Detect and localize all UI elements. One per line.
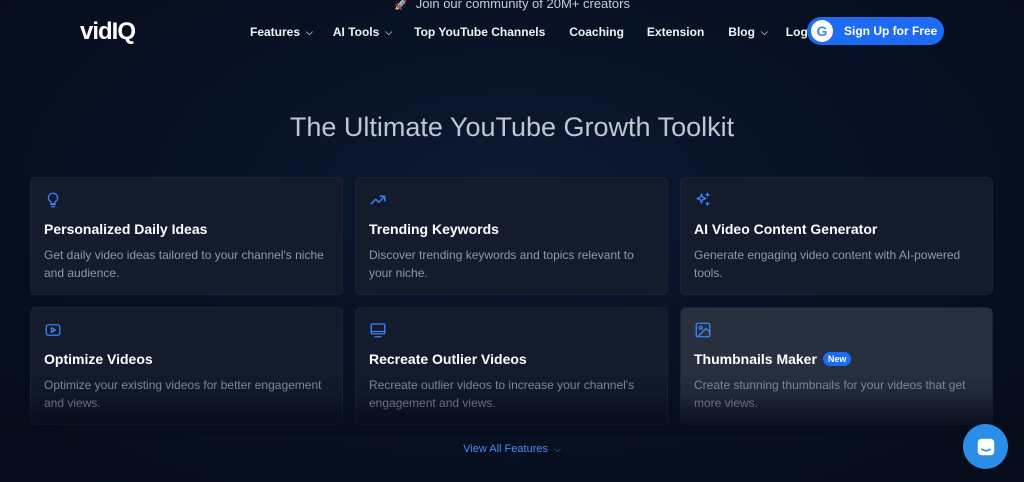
card-description: Generate engaging video content with AI-… <box>694 248 961 280</box>
chat-icon <box>977 438 994 455</box>
main-nav: Features ⌵ AI Tools ⌵ Top YouTube Channels… <box>250 14 818 50</box>
announcement-bar[interactable]: 🚀 Join our community of 20M+ creators <box>0 0 1024 11</box>
signup-label: Sign Up for Free <box>844 24 938 38</box>
nav-extension[interactable]: Extension <box>647 25 704 39</box>
view-all-label: View All Features <box>463 443 548 455</box>
nav-coaching-label: Coaching <box>569 25 624 39</box>
card-title: Thumbnails Maker <box>694 351 817 367</box>
chevron-down-icon: ⌵ <box>385 26 393 37</box>
chevron-down-icon: ⌵ <box>760 26 768 37</box>
features-grid: Personalized Daily Ideas Get daily video… <box>30 177 993 425</box>
chevron-down-icon: ⌵ <box>553 444 561 454</box>
card-title: Recreate Outlier Videos <box>369 351 527 367</box>
page-heading: The Ultimate YouTube Growth Toolkit <box>289 112 735 142</box>
card-title: Personalized Daily Ideas <box>44 221 208 237</box>
nav-blog[interactable]: Blog ⌵ <box>728 25 768 39</box>
image-icon <box>695 322 711 338</box>
card-title-with-badge: Thumbnails Maker New <box>694 351 979 367</box>
new-badge: New <box>822 352 852 366</box>
bottom-fade <box>0 395 1024 435</box>
nav-ai-tools-label: AI Tools <box>332 25 380 39</box>
nav-features[interactable]: Features ⌵ <box>250 25 313 39</box>
nav-coaching[interactable]: Coaching <box>569 25 624 39</box>
card-description: Get daily video ideas tailored to your c… <box>44 248 324 280</box>
feature-card-personalized-daily-ideas[interactable]: Personalized Daily Ideas Get daily video… <box>30 177 343 295</box>
card-description: Discover trending keywords and topics re… <box>369 248 634 280</box>
nav-top-channels-label: Top YouTube Channels <box>414 25 546 39</box>
signup-button[interactable]: G Sign Up for Free <box>807 17 944 45</box>
card-title: Trending Keywords <box>369 221 499 237</box>
nav-blog-label: Blog <box>728 25 755 39</box>
top-navbar: vidIQ Features ⌵ AI Tools ⌵ Top YouTube Ch… <box>0 14 1024 50</box>
nav-ai-tools[interactable]: AI Tools ⌵ <box>333 25 392 39</box>
feature-card-trending-keywords[interactable]: Trending Keywords Discover trending keyw… <box>355 177 668 295</box>
card-title: AI Video Content Generator <box>694 221 878 237</box>
vidiq-logo[interactable]: vidIQ <box>80 18 136 46</box>
trending-icon <box>370 195 386 205</box>
announcement-text: Join our community of 20M+ creators <box>415 0 630 11</box>
google-icon: G <box>811 20 833 42</box>
nav-top-youtube-channels[interactable]: Top YouTube Channels <box>414 25 545 39</box>
lightbulb-icon <box>47 192 59 208</box>
nav-extension-label: Extension <box>646 25 705 39</box>
rocket-icon: 🚀 <box>394 0 408 11</box>
view-all-features-link[interactable]: View All Features ⌵ <box>0 443 1024 455</box>
chat-launcher-button[interactable] <box>963 424 1008 469</box>
card-title: Optimize Videos <box>44 351 153 367</box>
feature-card-ai-video-content-generator[interactable]: AI Video Content Generator Generate enga… <box>680 177 993 295</box>
play-icon <box>45 324 61 336</box>
nav-features-label: Features <box>250 25 301 39</box>
sparkles-icon <box>696 192 710 206</box>
chevron-down-icon: ⌵ <box>306 26 313 37</box>
monitor-icon <box>370 323 386 338</box>
